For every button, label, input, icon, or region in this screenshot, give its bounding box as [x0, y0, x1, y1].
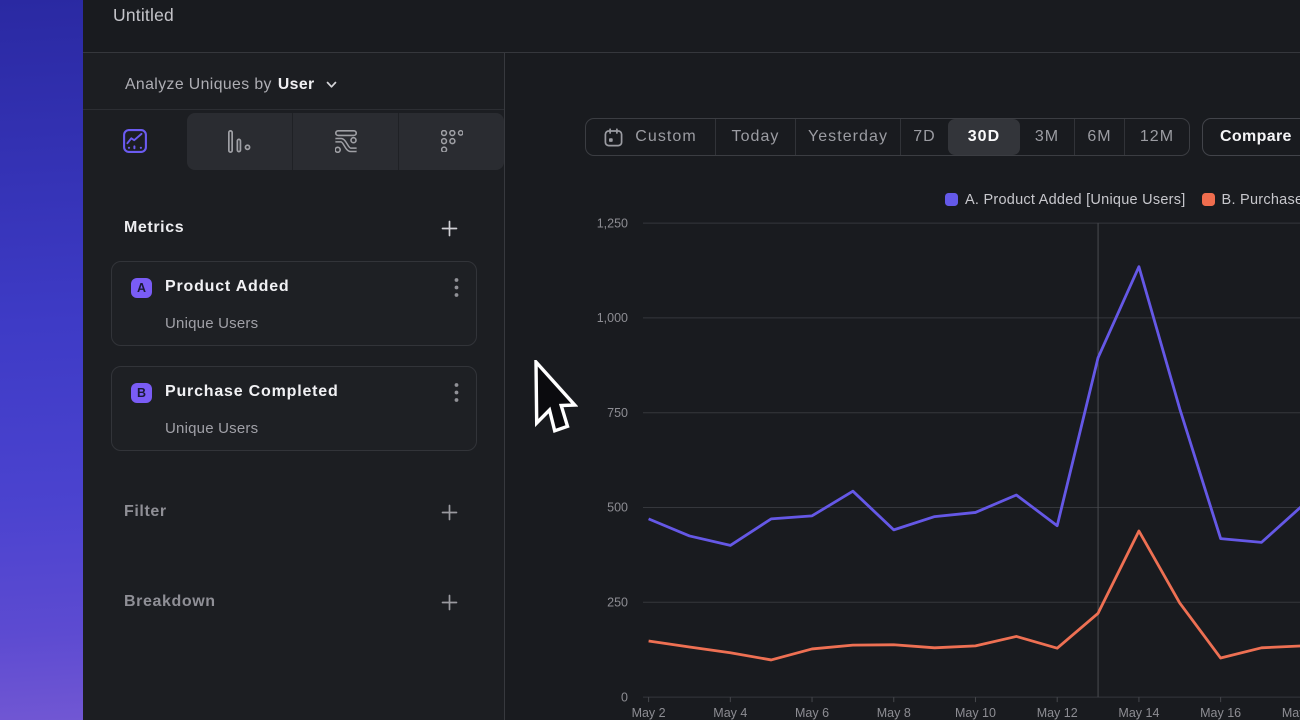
svg-text:May 18: May 18	[1282, 706, 1300, 720]
svg-text:0: 0	[621, 690, 628, 704]
svg-text:May 4: May 4	[713, 706, 747, 720]
svg-text:May 12: May 12	[1037, 706, 1078, 720]
svg-text:750: 750	[607, 406, 628, 420]
svg-text:May 14: May 14	[1118, 706, 1159, 720]
svg-text:May 6: May 6	[795, 706, 829, 720]
svg-text:500: 500	[607, 501, 628, 515]
svg-text:250: 250	[607, 596, 628, 610]
svg-text:1,000: 1,000	[597, 311, 628, 325]
svg-text:May 10: May 10	[955, 706, 996, 720]
svg-text:May 2: May 2	[632, 706, 666, 720]
svg-text:May 16: May 16	[1200, 706, 1241, 720]
svg-text:1,250: 1,250	[597, 216, 628, 230]
svg-text:May 8: May 8	[877, 706, 911, 720]
